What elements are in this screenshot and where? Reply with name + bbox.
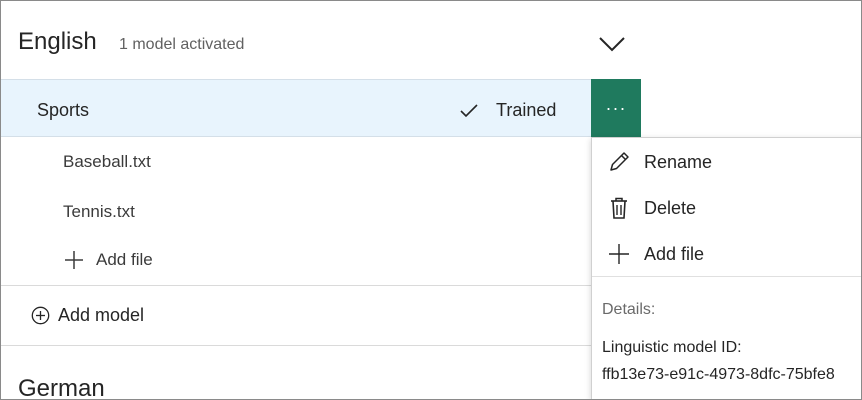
menu-item-label: Add file [644,243,705,264]
more-options-button[interactable]: ··· [591,79,641,137]
menu-divider [592,276,861,277]
chevron-down-icon[interactable] [598,35,626,53]
model-name: Sports [37,100,90,120]
add-file-button[interactable]: Add file [63,249,153,271]
models-activated-count: 1 model activated [119,36,245,53]
menu-item-delete[interactable]: Delete [607,196,696,220]
add-model-label: Add model [58,305,145,325]
menu-item-label: Delete [644,197,697,218]
plus-icon [609,244,629,264]
language-title-german[interactable]: German [18,375,105,399]
details-label: Details: [602,301,656,318]
plus-icon [65,251,83,269]
language-header[interactable]: English 1 model activated [1,1,641,79]
model-row-sports[interactable]: Sports Trained [1,79,591,137]
trash-icon [611,197,627,219]
context-menu: Rename Delete Add file Details: Linguist… [591,137,861,399]
menu-item-rename[interactable]: Rename [607,150,712,174]
linguistic-model-label: Linguistic model ID: [602,339,742,356]
menu-item-label: Rename [644,151,713,172]
pencil-icon [610,152,629,171]
file-item[interactable]: Baseball.txt [63,152,151,172]
circle-plus-icon [31,306,50,325]
check-icon [460,103,478,117]
model-status: Trained [458,100,556,121]
menu-item-add-file[interactable]: Add file [607,242,704,266]
divider [1,345,591,346]
language-title: English [18,28,97,55]
more-options-icon: ··· [605,97,627,118]
linguistic-model-id: ffb13e73-e91c-4973-8dfc-75bfe8 [602,366,835,383]
add-model-button[interactable]: Add model [31,305,144,326]
model-status-label: Trained [496,100,557,120]
file-item[interactable]: Tennis.txt [63,202,135,222]
add-file-label: Add file [96,250,153,269]
divider [1,285,591,286]
language-panel: English 1 model activated Sports Trained… [0,0,862,400]
